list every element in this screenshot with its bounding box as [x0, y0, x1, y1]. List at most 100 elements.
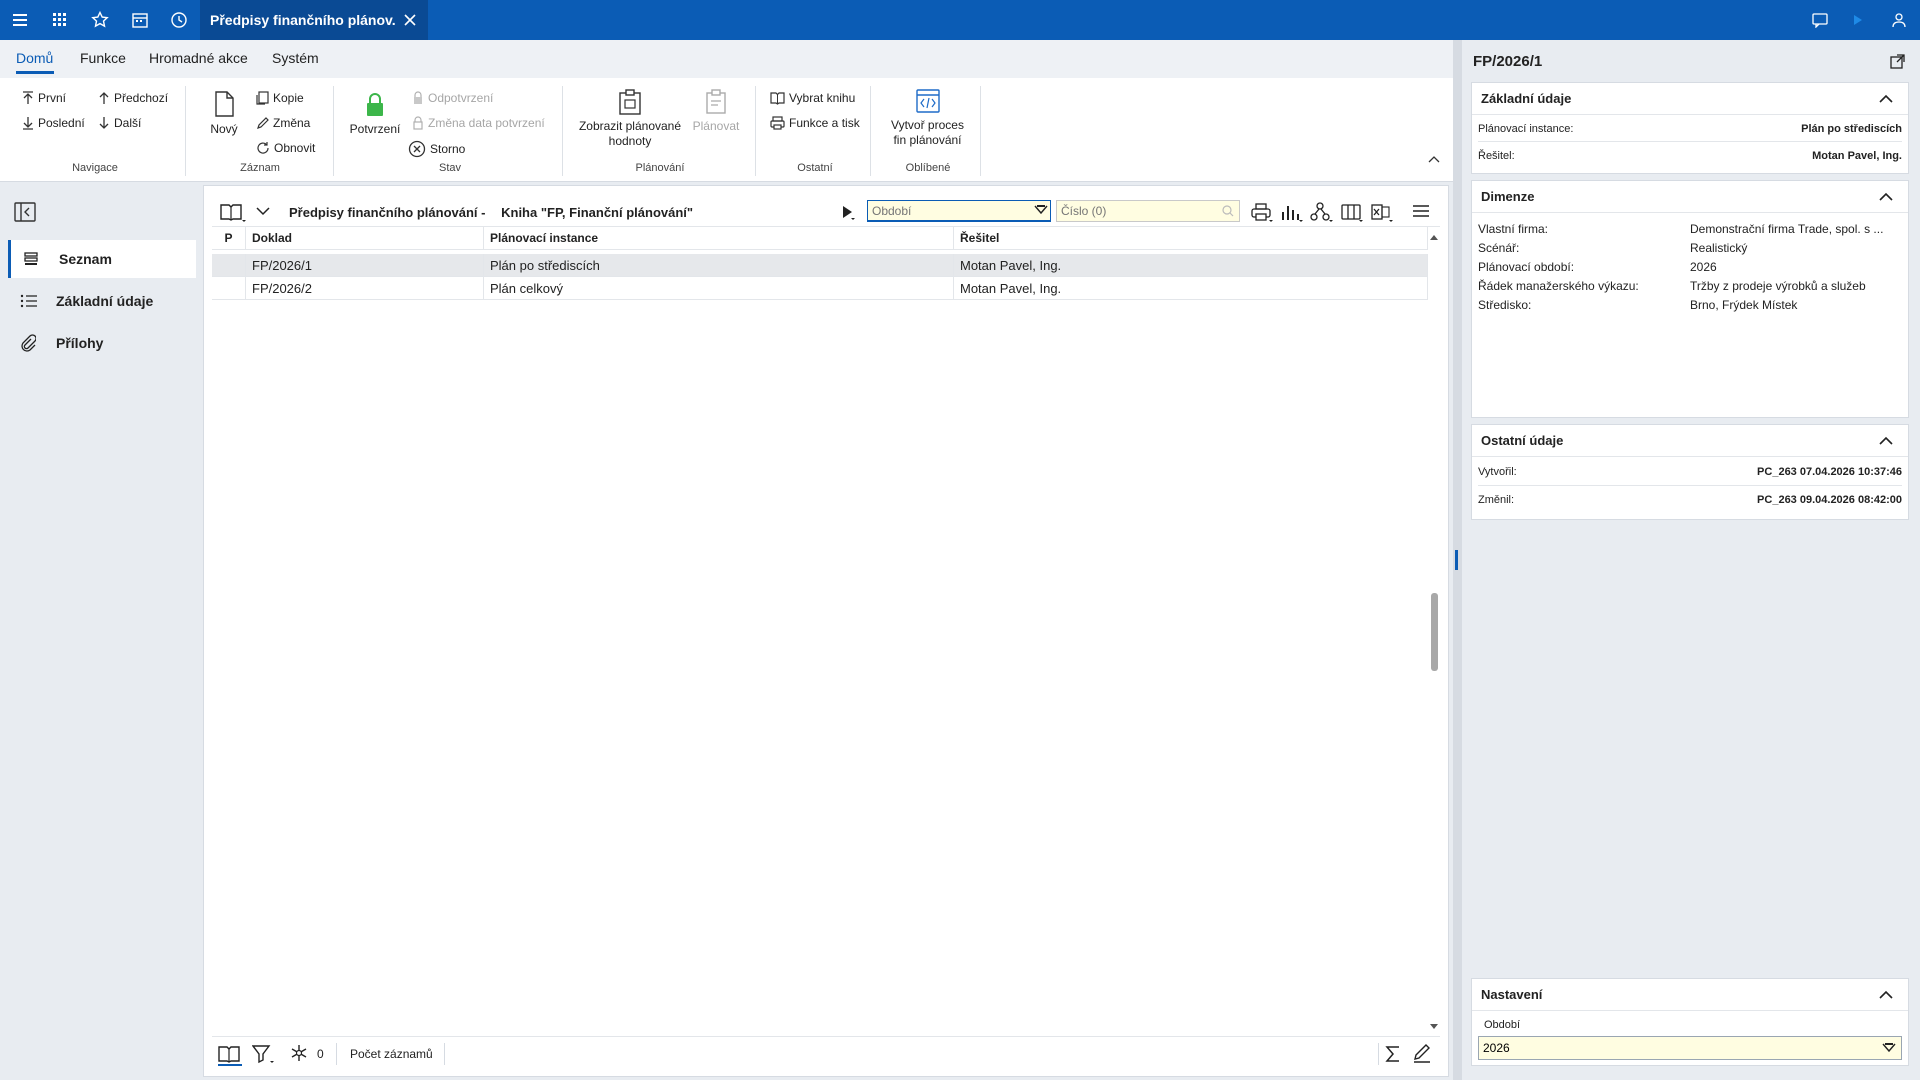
group-label-oblibene: Oblíbené — [905, 162, 951, 174]
table-row[interactable]: FP/2026/2 Plán celkový Motan Pavel, Ing. — [212, 277, 1428, 300]
ribbon-toolbar: První Předchozí Poslední Další Navigace … — [0, 78, 1455, 182]
field-value: Brno, Frýdek Místek — [1690, 298, 1798, 312]
select-book-label: Vybrat knihu — [789, 91, 856, 105]
first-record-label: První — [38, 91, 67, 105]
filter-icon[interactable] — [252, 1044, 276, 1066]
tab-system[interactable]: Systém — [272, 50, 319, 66]
field-value: 2026 — [1690, 260, 1717, 274]
run-play-icon[interactable] — [841, 204, 855, 222]
print-icon[interactable] — [1250, 202, 1274, 224]
book-view-toggle-icon[interactable] — [218, 1042, 242, 1066]
edit-button[interactable]: Změna — [256, 116, 310, 130]
close-tab-icon[interactable] — [403, 13, 417, 27]
column-header-doklad[interactable]: Doklad — [246, 227, 484, 250]
refresh-button[interactable]: Obnovit — [256, 141, 315, 155]
bar-chart-icon[interactable] — [1280, 202, 1304, 224]
book-select-icon[interactable] — [220, 202, 246, 224]
chevron-up-icon[interactable] — [1878, 988, 1894, 1000]
list-title: Předpisy finančního plánování - Kniha "F… — [289, 205, 693, 220]
field-label: Plánovací období: — [1478, 260, 1575, 274]
number-search-input[interactable] — [1056, 200, 1240, 222]
card-header[interactable]: Ostatní údaje — [1472, 425, 1908, 457]
column-header-planovaci-instance[interactable]: Plánovací instance — [484, 227, 954, 250]
sum-sigma-icon[interactable] — [1385, 1045, 1401, 1063]
open-in-new-window-icon[interactable] — [1890, 53, 1906, 69]
card-title: Ostatní údaje — [1481, 433, 1564, 448]
scroll-down-icon[interactable] — [1428, 1022, 1440, 1032]
period-setting-input[interactable] — [1478, 1036, 1902, 1060]
chat-icon[interactable] — [1808, 8, 1832, 32]
sidebar-item-zakladni-udaje[interactable]: Základní údaje — [8, 282, 196, 320]
excel-export-icon[interactable] — [1370, 202, 1394, 224]
last-record-button[interactable]: Poslední — [22, 116, 85, 130]
column-header-p[interactable]: P — [212, 227, 246, 250]
dropdown-filter-icon[interactable] — [1034, 205, 1048, 215]
create-process-line1: Vytvoř proces — [891, 118, 964, 132]
show-planned-values-line1: Zobrazit plánované — [578, 119, 682, 133]
card-header[interactable]: Nastavení — [1472, 979, 1908, 1011]
change-confirm-date-button[interactable]: Změna data potvrzení — [412, 116, 545, 130]
calendar-icon[interactable] — [128, 8, 152, 32]
group-label-planovani: Plánování — [635, 162, 685, 174]
splitter-grip[interactable] — [1455, 550, 1458, 570]
cell-instance: Plán po střediscích — [484, 254, 954, 277]
show-planned-values-button[interactable]: Zobrazit plánované hodnoty — [574, 88, 686, 149]
chevron-down-icon[interactable] — [256, 206, 270, 216]
tab-domu[interactable]: Domů — [16, 50, 53, 66]
field-value: PC_263 07.04.2026 10:37:46 — [1757, 466, 1902, 478]
column-header-resitel[interactable]: Řešitel — [954, 227, 1428, 250]
hierarchy-tree-icon[interactable] — [1310, 202, 1334, 224]
notification-indicator-icon[interactable] — [1846, 8, 1870, 32]
snowflake-icon[interactable] — [290, 1044, 308, 1062]
history-clock-icon[interactable] — [167, 8, 191, 32]
tab-hromadne-akce[interactable]: Hromadné akce — [149, 50, 248, 66]
toggle-sidebar-icon[interactable] — [14, 202, 36, 222]
unconfirm-button[interactable]: Odpotvrzení — [412, 91, 493, 105]
confirm-button[interactable]: Potvrzení — [347, 92, 403, 136]
card-header[interactable]: Základní údaje — [1472, 83, 1908, 115]
dropdown-filter-icon[interactable] — [1882, 1043, 1896, 1053]
sidebar-item-prilohy[interactable]: Přílohy — [8, 324, 196, 362]
select-book-button[interactable]: Vybrat knihu — [770, 91, 855, 105]
ribbon-menu-bar: Domů Funkce Hromadné akce Systém — [0, 40, 1455, 78]
chevron-up-icon[interactable] — [1878, 190, 1894, 202]
more-options-menu-icon[interactable] — [1412, 204, 1430, 218]
document-tab-active[interactable]: Předpisy finančního plánov... — [200, 0, 428, 40]
edit-pencil-icon[interactable] — [1412, 1044, 1432, 1064]
next-record-button[interactable]: Další — [98, 116, 141, 130]
functions-print-button[interactable]: Funkce a tisk — [770, 116, 860, 130]
group-label-stav: Stav — [438, 162, 461, 174]
sidebar-item-seznam[interactable]: Seznam — [8, 240, 196, 278]
lock-disabled-icon — [414, 91, 422, 104]
left-navigation: Seznam Základní údaje Přílohy — [0, 182, 200, 1080]
copy-button[interactable]: Kopie — [256, 91, 304, 105]
chevron-up-icon[interactable] — [1878, 434, 1894, 446]
new-record-button[interactable]: Nový — [204, 90, 244, 136]
storno-button[interactable]: Storno — [408, 140, 465, 158]
card-header[interactable]: Dimenze — [1472, 181, 1908, 213]
plan-button[interactable]: Plánovat — [690, 88, 742, 133]
scroll-up-icon[interactable] — [1428, 232, 1440, 242]
first-record-button[interactable]: První — [22, 91, 66, 105]
user-icon[interactable] — [1887, 8, 1911, 32]
arrow-down-icon — [99, 117, 109, 129]
star-icon[interactable] — [88, 8, 112, 32]
table-row[interactable]: FP/2026/1 Plán po střediscích Motan Pave… — [212, 254, 1428, 277]
collapse-ribbon-icon[interactable] — [1428, 154, 1440, 164]
list-stack-icon — [11, 252, 51, 266]
hamburger-menu-icon[interactable] — [8, 8, 32, 32]
search-icon[interactable] — [1222, 205, 1234, 217]
scrollbar-thumb[interactable] — [1431, 593, 1438, 671]
cell-p — [212, 254, 246, 277]
group-label-navigace: Navigace — [72, 162, 118, 174]
record-count-value: 0 — [317, 1047, 324, 1061]
chevron-up-icon[interactable] — [1878, 92, 1894, 104]
period-filter-input[interactable] — [867, 200, 1051, 222]
columns-icon[interactable] — [1340, 202, 1364, 224]
previous-record-button[interactable]: Předchozí — [98, 91, 168, 105]
apps-grid-icon[interactable] — [48, 8, 72, 32]
tab-funkce[interactable]: Funkce — [80, 50, 126, 66]
cell-resitel: Motan Pavel, Ing. — [954, 254, 1428, 277]
vertical-scrollbar[interactable] — [1428, 230, 1440, 1034]
create-fin-planning-process-button[interactable]: Vytvoř proces fin plánování — [880, 88, 975, 148]
